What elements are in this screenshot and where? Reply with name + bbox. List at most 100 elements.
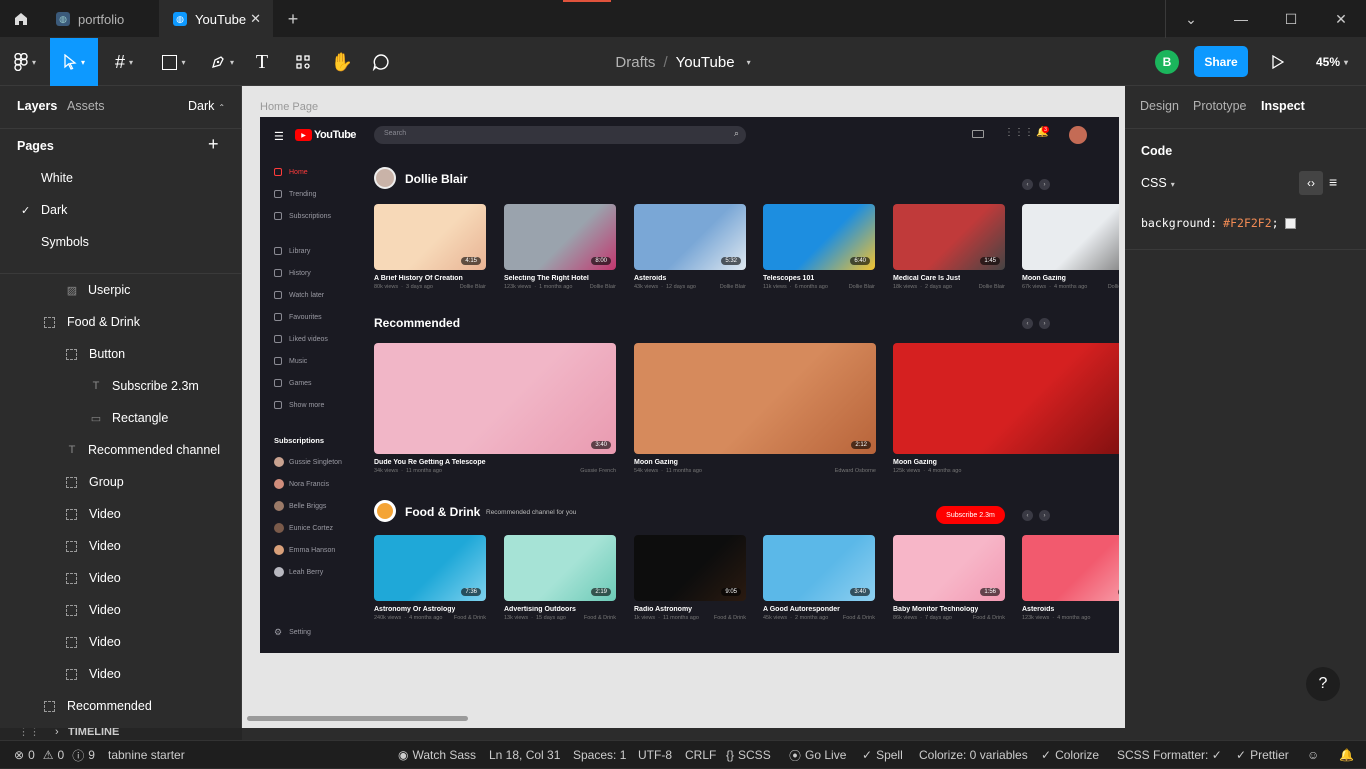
yt-nav-item[interactable]: Subscriptions [274,212,331,220]
video-title[interactable]: Moon Gazing [1022,275,1066,282]
colorize-button[interactable]: ✓Colorize [1041,741,1099,769]
layer-item[interactable]: Button [0,338,241,370]
video-thumbnail[interactable]: 5:32 [634,204,746,270]
layer-item[interactable]: Group [0,466,241,498]
layer-item[interactable]: Video [0,626,241,658]
subscription-item[interactable]: Gussie Singleton [274,457,342,467]
search-icon[interactable]: ⌕ [734,128,739,139]
language-mode[interactable]: {}SCSS [726,741,771,769]
subscription-item[interactable]: Emma Hanson [274,545,335,555]
video-title[interactable]: Asteroids [1022,606,1054,613]
video-title[interactable]: Advertising Outdoors [504,606,576,613]
zoom-dropdown[interactable]: 45%▾ [1306,38,1358,86]
video-thumbnail[interactable]: 2:12 [634,343,876,454]
chevron-left-icon[interactable]: ‹ [1022,318,1033,329]
go-live-button[interactable]: ⦿Go Live [789,741,846,769]
page-item[interactable]: Symbols [0,226,241,258]
feedback-icon[interactable]: ☺ [1307,741,1319,769]
add-page-button[interactable]: + [208,134,219,155]
layer-item[interactable]: TSubscribe 2.3m [0,370,241,402]
file-name[interactable]: YouTube [676,54,735,71]
present-button[interactable] [1266,38,1290,86]
channel-avatar[interactable] [374,500,396,522]
yt-nav-item[interactable]: Watch later [274,291,324,299]
video-title[interactable]: A Good Autoresponder [763,606,840,613]
video-thumbnail[interactable]: 7:36 [374,535,486,601]
yt-nav-item[interactable]: Trending [274,190,316,198]
frame-tool-button[interactable]: #▾ [104,38,144,86]
video-thumbnail[interactable] [1022,204,1119,270]
tab-design[interactable]: Design [1140,99,1179,113]
encoding[interactable]: UTF-8 [638,741,672,769]
main-menu-button[interactable]: ▾ [0,38,50,86]
move-tool-button[interactable]: ▾ [50,38,98,86]
code-line[interactable]: background: #F2F2F2; [1141,216,1296,230]
layer-item[interactable]: Video [0,658,241,690]
page-item[interactable]: ✓Dark [0,194,241,226]
video-title[interactable]: Dude You Re Getting A Telescope [374,459,486,466]
youtube-home-frame[interactable]: ☰ ▶ YouTube Search ⌕ ⋮⋮⋮ 🔔 3 HomeTrendin… [260,117,1119,653]
comment-tool-button[interactable] [366,38,396,86]
breadcrumb-parent[interactable]: Drafts [615,54,655,71]
subscription-item[interactable]: Eunice Cortez [274,523,333,533]
video-thumbnail[interactable]: 3:40 [763,535,875,601]
prettier-button[interactable]: ✓Prettier [1236,741,1289,769]
help-button[interactable]: ? [1306,667,1340,701]
video-title[interactable]: A Brief History Of Creation [374,275,463,282]
avatar[interactable] [1069,126,1087,144]
subscription-item[interactable]: Nora Francis [274,479,329,489]
scss-formatter[interactable]: SCSS Formatter: ✓ [1117,741,1222,769]
watch-sass-button[interactable]: ◉Watch Sass [398,741,476,769]
search-input[interactable]: Search ⌕ [374,126,746,144]
layer-item[interactable]: Food & Drink [0,306,241,338]
video-thumbnail[interactable]: 2:19 [504,535,616,601]
tab-youtube[interactable]: ◍ YouTube ✕ [159,0,273,38]
video-title[interactable]: Baby Monitor Technology [893,606,978,613]
theme-dropdown[interactable]: Dark⌃ [188,99,225,113]
yt-nav-item[interactable]: Games [274,379,312,387]
user-avatar[interactable]: B [1155,38,1179,86]
layer-item[interactable]: ▨Userpic [0,274,241,306]
share-button[interactable]: Share [1194,46,1248,77]
tab-inspect[interactable]: Inspect [1261,99,1305,113]
video-title[interactable]: Moon Gazing [634,459,678,466]
page-item[interactable]: White [0,162,241,194]
chevron-right-icon[interactable]: › [1039,179,1050,190]
line-ending[interactable]: CRLF [685,741,716,769]
tabnine-status[interactable]: tabnine starter [108,741,185,769]
chevron-right-icon[interactable]: › [1039,510,1050,521]
subscription-item[interactable]: Leah Berry [274,567,323,577]
yt-nav-item[interactable]: Show more [274,401,324,409]
chevron-left-icon[interactable]: ‹ [1022,179,1033,190]
colorize-variables[interactable]: Colorize: 0 variables [919,741,1028,769]
minimize-button[interactable]: — [1216,0,1266,38]
yt-nav-item[interactable]: Music [274,357,307,365]
chevron-down-icon[interactable]: ⌄ [1166,0,1216,38]
chevron-right-icon[interactable]: › [1039,318,1050,329]
video-thumbnail[interactable]: 9:05 [634,535,746,601]
tab-layers[interactable]: Layers [17,99,57,113]
close-window-button[interactable]: ✕ [1316,0,1366,38]
list-view-icon[interactable]: ≡ [1329,174,1337,190]
video-camera-icon[interactable] [972,130,984,138]
menu-icon[interactable]: ☰ [274,130,284,143]
youtube-logo[interactable]: ▶ YouTube [295,129,356,141]
close-icon[interactable]: ✕ [250,11,261,27]
video-title[interactable]: Radio Astronomy [634,606,692,613]
layer-item[interactable]: Video [0,498,241,530]
chevron-down-icon[interactable]: ▾ [747,58,751,67]
yt-nav-item[interactable]: Home [274,168,308,176]
pen-tool-button[interactable]: ▾ [200,38,244,86]
maximize-button[interactable]: ☐ [1266,0,1316,38]
channel-avatar[interactable] [374,167,396,189]
code-view-icon[interactable]: ‹› [1299,171,1323,195]
new-tab-button[interactable]: + [273,0,313,38]
frame-label[interactable]: Home Page [260,101,318,113]
video-thumbnail[interactable]: 1:45 [893,204,1005,270]
video-title[interactable]: Astronomy Or Astrology [374,606,455,613]
layer-item[interactable]: Video [0,594,241,626]
text-tool-button[interactable]: T [248,38,276,86]
apps-grid-icon[interactable]: ⋮⋮⋮ [1004,127,1034,138]
video-thumbnail[interactable]: 6:40 [763,204,875,270]
language-dropdown[interactable]: CSS▾ [1141,176,1175,190]
